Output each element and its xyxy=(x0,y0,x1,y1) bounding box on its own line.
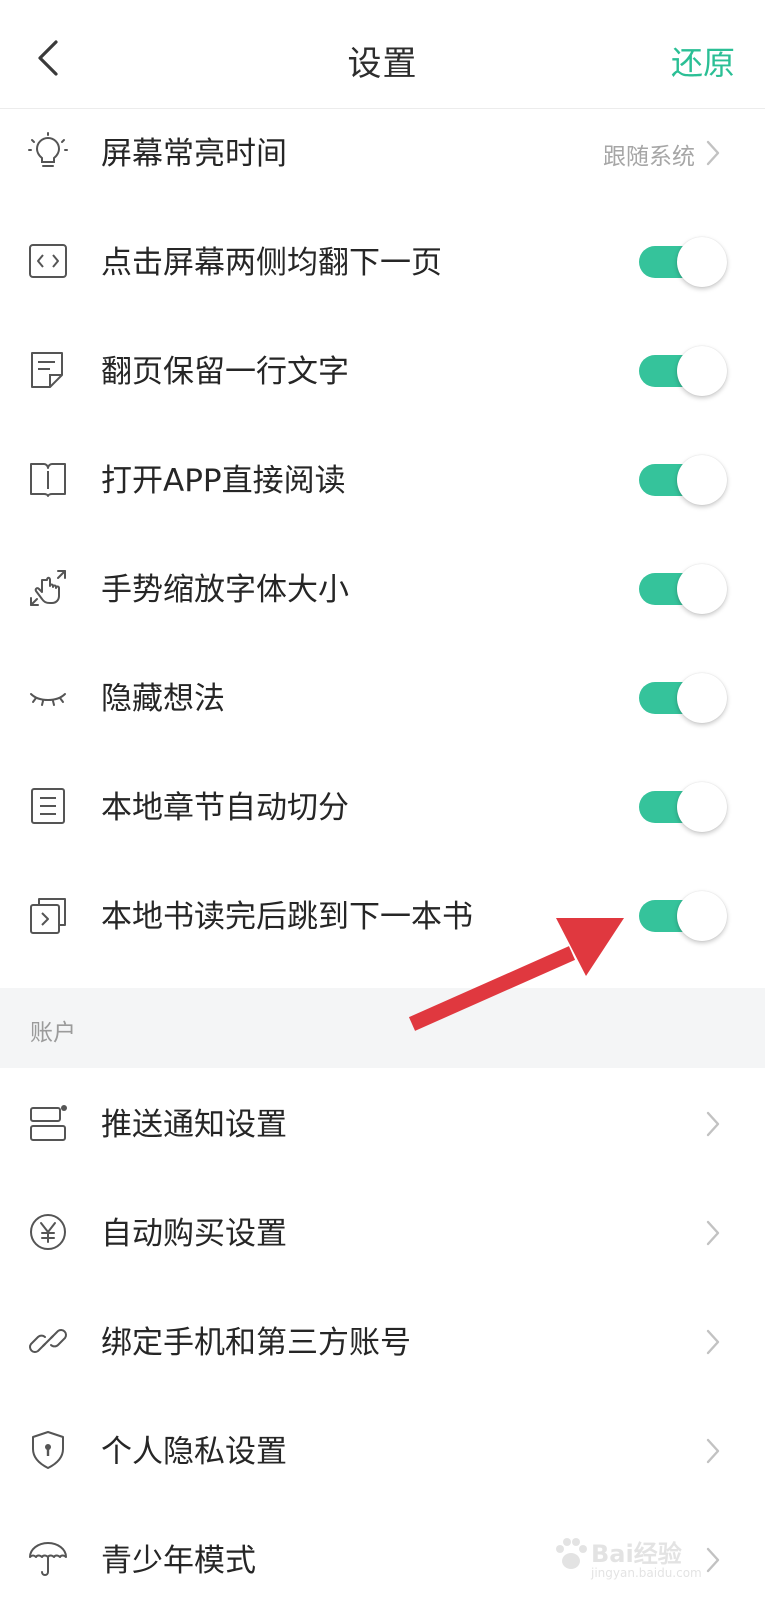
toggle-switch[interactable] xyxy=(633,564,729,614)
toggle-switch[interactable] xyxy=(633,891,729,941)
setting-row-bind-accounts[interactable]: 绑定手机和第三方账号 xyxy=(0,1286,765,1396)
yen-icon xyxy=(30,1214,66,1250)
toggle-switch[interactable] xyxy=(633,455,729,505)
paw-logo-icon xyxy=(556,1538,587,1569)
nav-bar: 设置 还原 xyxy=(0,0,765,109)
setting-row-privacy[interactable]: 个人隐私设置 xyxy=(0,1395,765,1505)
chevron-right-icon xyxy=(706,1220,720,1246)
setting-row-next-book: 本地书读完后跳到下一本书 xyxy=(0,860,765,970)
setting-row-auto-purchase[interactable]: 自动购买设置 xyxy=(0,1177,765,1287)
watermark-text: Bai经验 xyxy=(591,1540,682,1568)
eye-closed-icon xyxy=(30,693,66,706)
notification-icon xyxy=(30,1105,67,1141)
setting-label: 个人隐私设置 xyxy=(101,1434,287,1470)
setting-label: 青少年模式 xyxy=(101,1543,256,1579)
setting-row-keep-one-line: 翻页保留一行文字 xyxy=(0,315,765,425)
next-book-icon xyxy=(30,898,66,934)
section-header-account: 账户 xyxy=(0,988,765,1068)
lightbulb-icon xyxy=(28,132,68,167)
watermark: Bai经验 jingyan.baidu.com xyxy=(551,1530,751,1590)
gesture-icon xyxy=(30,570,66,606)
chevron-right-icon xyxy=(706,1438,720,1464)
setting-value: 跟随系统 xyxy=(603,144,695,170)
restore-button[interactable]: 还原 xyxy=(671,38,735,84)
setting-row-gesture-zoom: 手势缩放字体大小 xyxy=(0,533,765,643)
setting-label: 推送通知设置 xyxy=(101,1107,287,1143)
setting-row-auto-split-chapters: 本地章节自动切分 xyxy=(0,751,765,861)
chevron-right-icon xyxy=(706,140,720,166)
setting-row-tap-both-sides: 点击屏幕两侧均翻下一页 xyxy=(0,206,765,316)
section-title: 账户 xyxy=(30,1020,76,1046)
setting-label: 屏幕常亮时间 xyxy=(101,136,287,172)
chevron-right-icon xyxy=(706,1329,720,1355)
setting-label: 手势缩放字体大小 xyxy=(101,572,349,608)
shield-icon xyxy=(32,1431,64,1469)
setting-label: 点击屏幕两侧均翻下一页 xyxy=(101,245,442,281)
setting-row-hide-thoughts: 隐藏想法 xyxy=(0,642,765,752)
setting-row-push-notifications[interactable]: 推送通知设置 xyxy=(0,1068,765,1178)
code-brackets-icon xyxy=(29,244,67,278)
toggle-switch[interactable] xyxy=(633,782,729,832)
toggle-switch[interactable] xyxy=(633,346,729,396)
setting-label: 本地书读完后跳到下一本书 xyxy=(101,899,473,935)
umbrella-icon xyxy=(29,1542,67,1576)
toggle-switch[interactable] xyxy=(633,237,729,287)
setting-label: 打开APP直接阅读 xyxy=(101,463,346,499)
note-icon xyxy=(31,352,63,388)
watermark-url: jingyan.baidu.com xyxy=(591,1566,702,1580)
list-doc-icon xyxy=(31,788,65,824)
book-icon xyxy=(30,463,66,497)
page-title: 设置 xyxy=(347,44,418,84)
setting-label: 隐藏想法 xyxy=(101,681,225,717)
setting-label: 翻页保留一行文字 xyxy=(101,354,349,390)
setting-row-screen-on-time[interactable]: 屏幕常亮时间 跟随系统 xyxy=(0,97,765,207)
setting-label: 绑定手机和第三方账号 xyxy=(101,1325,411,1361)
toggle-switch[interactable] xyxy=(633,673,729,723)
link-icon xyxy=(29,1329,67,1353)
chevron-right-icon xyxy=(706,1111,720,1137)
setting-label: 本地章节自动切分 xyxy=(101,790,349,826)
setting-row-open-app-read: 打开APP直接阅读 xyxy=(0,424,765,534)
setting-label: 自动购买设置 xyxy=(101,1216,287,1252)
